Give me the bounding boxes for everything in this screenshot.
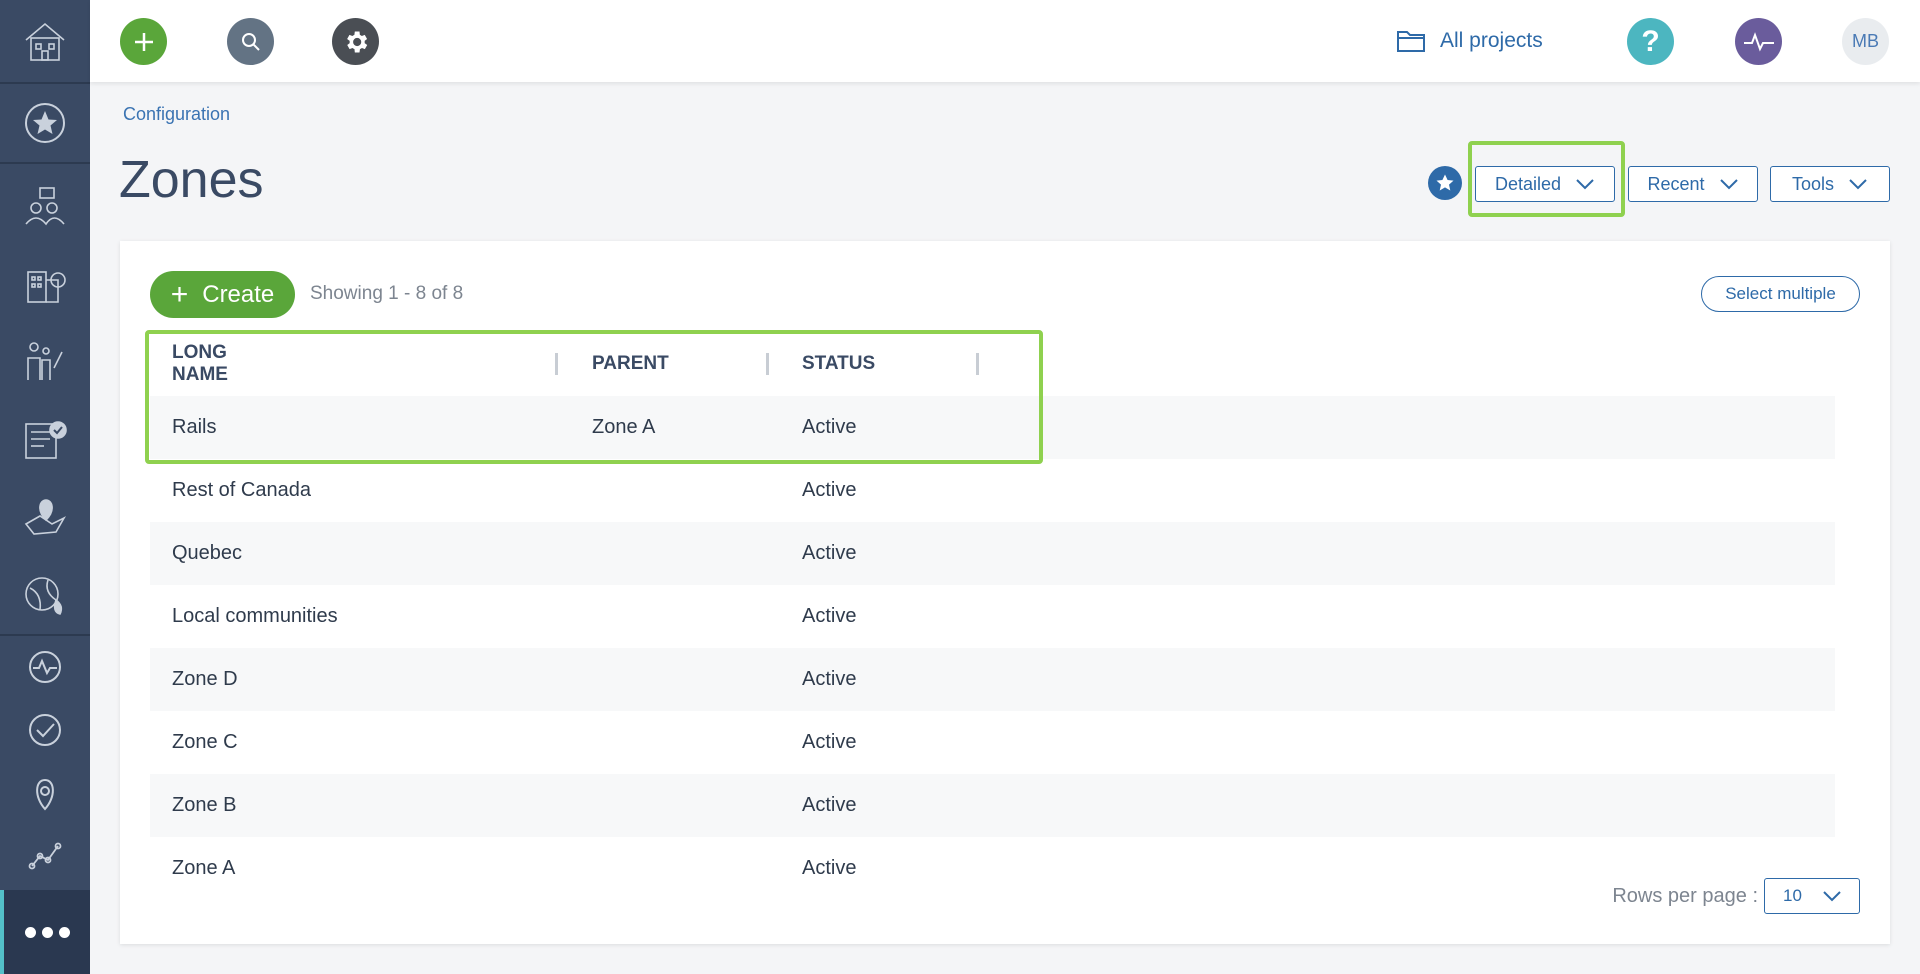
table-row[interactable]: Rest of Canada Active [150, 459, 1835, 522]
folder-icon [1397, 31, 1425, 52]
cell-long-name: Local communities [172, 605, 338, 627]
sidebar-item-analytics[interactable] [0, 824, 90, 886]
favorite-button[interactable] [1428, 166, 1462, 200]
cell-status: Active [802, 668, 857, 690]
cell-status: Active [802, 479, 857, 501]
showing-count: Showing 1 - 8 of 8 [310, 283, 464, 304]
tools-label: Tools [1791, 173, 1835, 194]
create-label: Create [202, 280, 275, 308]
chevron-down-icon [1849, 179, 1867, 190]
highlight-table-header-and-first-row [145, 330, 1043, 464]
location-pin-icon [36, 778, 54, 811]
sidebar-item-favorites[interactable] [0, 92, 90, 154]
search-icon [241, 32, 260, 51]
cell-long-name: Zone C [172, 731, 238, 753]
sidebar-item-home[interactable] [0, 10, 90, 72]
more-dot [58, 926, 70, 938]
line-chart-icon [28, 842, 62, 870]
select-multiple-button[interactable]: Select multiple [1701, 276, 1860, 312]
buildings-icon [27, 271, 66, 303]
cell-long-name: Quebec [172, 542, 243, 564]
sidebar-item-individuals[interactable] [0, 330, 90, 392]
home-building-icon [25, 22, 65, 61]
star-circle-icon [25, 103, 65, 143]
user-avatar[interactable]: MB [1842, 18, 1889, 65]
avatar-initials: MB [1852, 31, 1879, 51]
sidebar-item-organizations[interactable] [0, 252, 90, 314]
rows-per-page-label: Rows per page : [1612, 884, 1758, 907]
table-row[interactable]: Zone D Active [150, 648, 1835, 711]
check-circle-icon [29, 714, 61, 746]
rows-per-page-value: 10 [1783, 886, 1802, 905]
sidebar-item-activity[interactable] [0, 636, 90, 698]
recent-dropdown[interactable]: Recent [1628, 166, 1758, 202]
breadcrumb-configuration[interactable]: Configuration [123, 104, 230, 125]
cell-long-name: Zone B [172, 794, 237, 816]
tools-dropdown[interactable]: Tools [1770, 166, 1890, 202]
people-chat-icon [25, 187, 65, 226]
highlight-detailed [1468, 141, 1625, 217]
table-row[interactable]: Quebec Active [150, 522, 1835, 585]
checklist-icon [25, 421, 67, 459]
activity-circle-icon [29, 651, 61, 683]
pulse-icon [1743, 31, 1774, 52]
map-pin-icon [24, 499, 67, 535]
more-dot [41, 926, 53, 938]
cell-long-name: Rest of Canada [172, 479, 311, 501]
gear-icon [346, 31, 367, 52]
cell-status: Active [802, 794, 857, 816]
chevron-down-icon [1719, 179, 1738, 190]
chevron-down-icon [1823, 891, 1841, 902]
table-row[interactable]: Zone A Active [150, 837, 1835, 900]
more-dots-icon [24, 926, 36, 938]
page-title: Zones [119, 151, 264, 209]
all-projects-link[interactable]: All projects [1396, 25, 1543, 57]
help-button[interactable]: ? [1627, 18, 1674, 65]
sidebar-item-commitments[interactable] [0, 408, 90, 470]
rows-per-page: Rows per page : 10 [1612, 878, 1860, 914]
table-row[interactable]: Local communities Active [150, 585, 1835, 648]
rows-per-page-select[interactable]: 10 [1764, 878, 1860, 914]
create-button[interactable]: + Create [150, 271, 295, 318]
question-mark-icon: ? [1641, 24, 1660, 58]
plus-icon [134, 32, 153, 51]
cell-long-name: Zone D [172, 668, 238, 690]
sidebar-item-tasks[interactable] [0, 699, 90, 761]
sidebar-more-button[interactable] [0, 890, 90, 974]
table-row[interactable]: Zone B Active [150, 774, 1835, 837]
sidebar-item-environment[interactable] [0, 564, 90, 626]
family-icon [27, 342, 63, 380]
recent-label: Recent [1647, 173, 1705, 194]
cell-status: Active [802, 731, 857, 753]
sidebar-item-places[interactable] [0, 762, 90, 824]
cell-status: Active [802, 605, 857, 627]
sidebar-item-locations[interactable] [0, 486, 90, 548]
plus-icon: + [170, 277, 189, 311]
sidebar-item-stakeholders[interactable] [0, 176, 90, 238]
table-row[interactable]: Zone C Active [150, 711, 1835, 774]
search-button[interactable] [227, 18, 274, 65]
settings-button[interactable] [332, 18, 379, 65]
quick-add-button[interactable] [120, 18, 167, 65]
cell-status: Active [802, 542, 857, 564]
cell-status: Active [802, 857, 857, 879]
star-icon [1436, 174, 1454, 191]
top-bar: All projects ? MB [90, 0, 1920, 82]
cell-long-name: Zone A [172, 857, 236, 879]
activity-button[interactable] [1735, 18, 1782, 65]
sidebar [0, 0, 90, 974]
leaf-globe-icon [25, 577, 63, 615]
all-projects-label: All projects [1440, 29, 1543, 52]
